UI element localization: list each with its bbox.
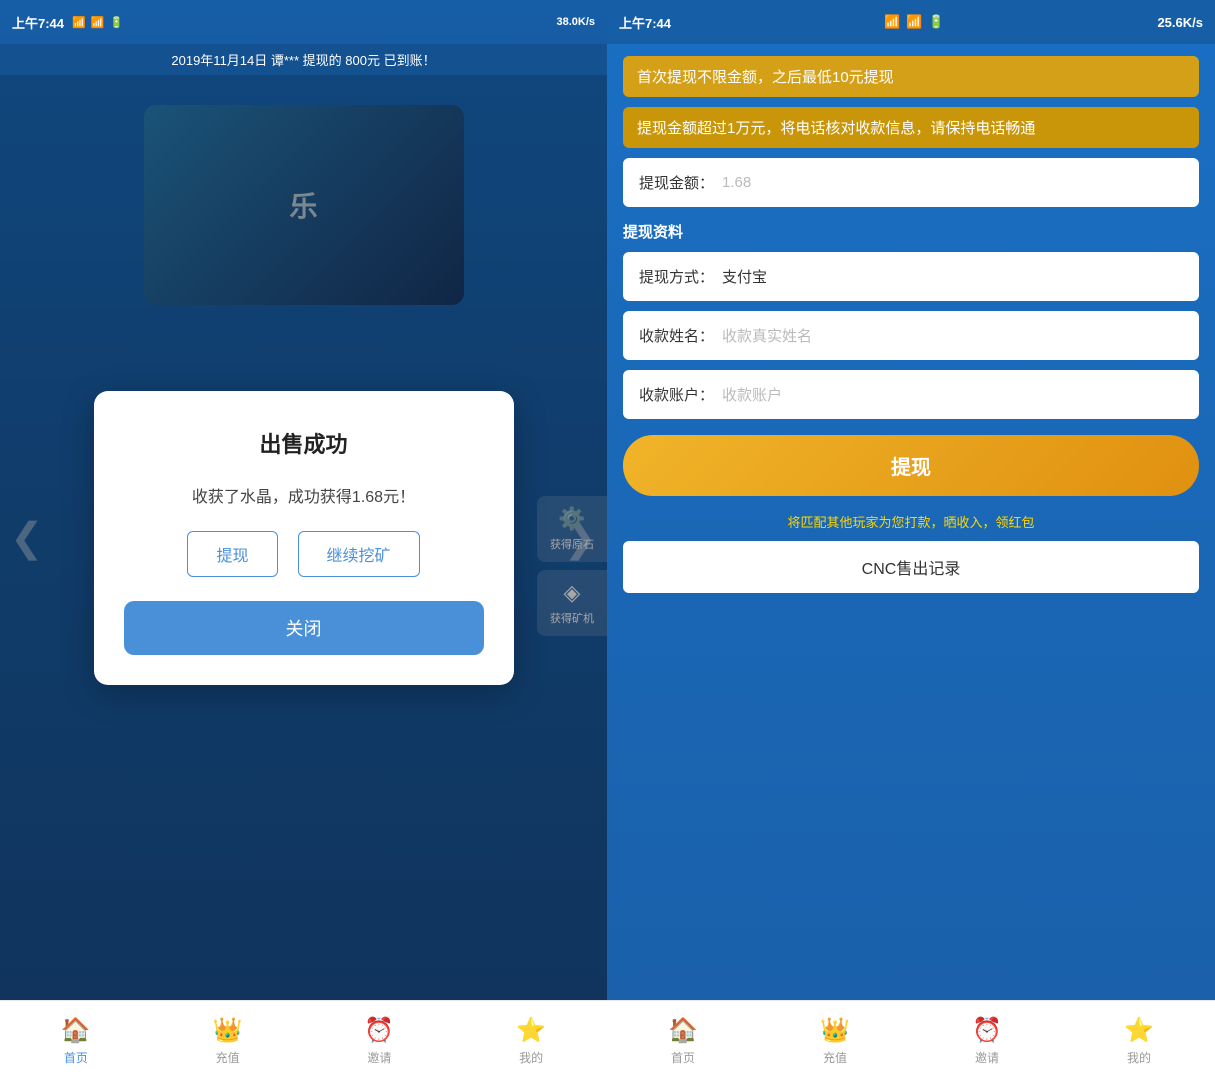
- left-panel: 上午7:44 📶 📶 🔋 38.0K/s 2019年11月14日 谭*** 提现…: [0, 0, 607, 1080]
- amount-value: 1.68: [722, 174, 751, 191]
- right-bottom-nav: 🏠 首页 👑 充值 ⏰ 邀请 ⭐ 我的: [607, 1000, 1215, 1080]
- crown-icon: 👑: [213, 1016, 243, 1045]
- right-status-icons: 📶 📶 🔋: [884, 14, 945, 30]
- right-status-bar: 上午7:44 📶 📶 🔋 25.6K/s: [607, 0, 1215, 44]
- left-nav-mine[interactable]: ⭐ 我的: [455, 1016, 607, 1066]
- home-icon: 🏠: [61, 1016, 91, 1045]
- method-label: 提现方式：: [639, 266, 714, 287]
- right-speed: 25.6K/s: [1157, 15, 1203, 30]
- right-panel: 上午7:44 📶 📶 🔋 25.6K/s 首次提现不限金额，之后最低10元提现 …: [607, 0, 1215, 1080]
- match-text: 将匹配其他玩家为您打款，晒收入，领红包: [623, 512, 1199, 531]
- left-status-bar: 上午7:44 📶 📶 🔋 38.0K/s: [0, 0, 607, 44]
- info-banner-2: 提现金额超过1万元，将电话核对收款信息，请保持电话畅通: [623, 107, 1199, 148]
- recharge-label: 充值: [216, 1049, 240, 1066]
- match-link[interactable]: 晒收入，领红包: [944, 515, 1035, 530]
- right-signal-icon: 📶: [884, 14, 900, 30]
- record-button[interactable]: CNC售出记录: [623, 541, 1199, 593]
- right-star-icon: ⭐: [1124, 1016, 1154, 1045]
- method-value: 支付宝: [722, 266, 767, 287]
- left-bottom-nav: 🏠 首页 👑 充值 ⏰ 邀请 ⭐ 我的: [0, 1000, 607, 1080]
- left-status-icons: 📶 📶 🔋: [72, 16, 556, 29]
- match-plain: 将匹配其他玩家为您打款，: [787, 515, 943, 530]
- info-banner-1: 首次提现不限金额，之后最低10元提现: [623, 56, 1199, 97]
- home-label: 首页: [64, 1049, 88, 1066]
- right-battery-icon: 🔋: [928, 14, 944, 30]
- right-time: 上午7:44: [619, 13, 671, 32]
- right-invite-label: 邀请: [975, 1049, 999, 1066]
- star-icon: ⭐: [516, 1016, 546, 1045]
- withdraw-modal-button[interactable]: 提现: [187, 531, 277, 577]
- right-content: 首次提现不限金额，之后最低10元提现 提现金额超过1万元，将电话核对收款信息，请…: [607, 44, 1215, 1000]
- name-field[interactable]: 收款姓名： 收款真实姓名: [623, 311, 1199, 360]
- left-speed-display: 38.0K/s: [556, 16, 595, 28]
- left-nav-invite[interactable]: ⏰ 邀请: [304, 1016, 456, 1066]
- modal-body: 收获了水晶，成功获得1.68元！: [192, 483, 415, 507]
- modal-overlay: 出售成功 收获了水晶，成功获得1.68元！ 提现 继续挖矿 关闭: [0, 75, 607, 1000]
- right-home-icon: 🏠: [668, 1016, 698, 1045]
- right-nav-recharge[interactable]: 👑 充值: [759, 1016, 911, 1066]
- left-main: ❮ ❯ 乐 ⚙️ 获得原石 ◈ 获得矿机 出售成功 收获了水晶，成功获得1.68…: [0, 75, 607, 1000]
- battery-icon: 🔋: [109, 16, 123, 29]
- right-clock-icon: ⏰: [972, 1016, 1002, 1045]
- method-field[interactable]: 提现方式： 支付宝: [623, 252, 1199, 301]
- modal-title: 出售成功: [259, 427, 347, 459]
- left-nav-recharge[interactable]: 👑 充值: [152, 1016, 304, 1066]
- left-time: 上午7:44: [12, 13, 64, 32]
- account-placeholder: 收款账户: [722, 384, 782, 405]
- right-nav-mine[interactable]: ⭐ 我的: [1063, 1016, 1215, 1066]
- wifi-icon: 📶: [91, 16, 105, 29]
- close-modal-button[interactable]: 关闭: [124, 601, 484, 655]
- right-mine-label: 我的: [1127, 1049, 1151, 1066]
- right-crown-icon: 👑: [820, 1016, 850, 1045]
- invite-label: 邀请: [367, 1049, 391, 1066]
- modal-buttons: 提现 继续挖矿: [187, 531, 419, 577]
- success-modal: 出售成功 收获了水晶，成功获得1.68元！ 提现 继续挖矿 关闭: [94, 391, 514, 685]
- account-label: 收款账户：: [639, 384, 714, 405]
- section-label: 提现资料: [623, 221, 1199, 242]
- left-speed: 38.0K/s: [556, 16, 595, 28]
- continue-mining-button[interactable]: 继续挖矿: [298, 531, 420, 577]
- right-recharge-label: 充值: [823, 1049, 847, 1066]
- amount-label: 提现金额：: [639, 172, 714, 193]
- clock-icon: ⏰: [364, 1016, 394, 1045]
- name-label: 收款姓名：: [639, 325, 714, 346]
- marquee-banner: 2019年11月14日 谭*** 提现的 800元 已到账！: [0, 44, 607, 75]
- amount-field[interactable]: 提现金额： 1.68: [623, 158, 1199, 207]
- right-wifi-icon: 📶: [906, 14, 922, 30]
- mine-label: 我的: [519, 1049, 543, 1066]
- account-field[interactable]: 收款账户： 收款账户: [623, 370, 1199, 419]
- left-nav-home[interactable]: 🏠 首页: [0, 1016, 152, 1066]
- right-nav-invite[interactable]: ⏰ 邀请: [911, 1016, 1063, 1066]
- withdraw-button[interactable]: 提现: [623, 435, 1199, 496]
- name-placeholder: 收款真实姓名: [722, 325, 812, 346]
- signal-icon: 📶: [72, 16, 86, 29]
- right-home-label: 首页: [671, 1049, 695, 1066]
- right-nav-home[interactable]: 🏠 首页: [607, 1016, 759, 1066]
